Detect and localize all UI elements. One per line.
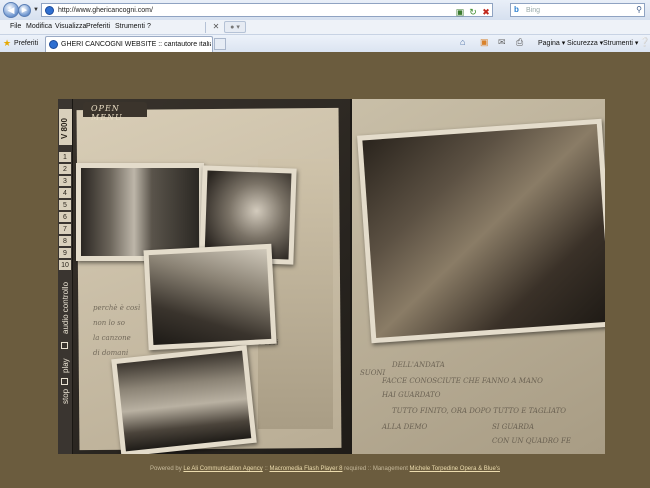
- photo-mixing-desk[interactable]: [111, 345, 257, 454]
- agency-link[interactable]: Le Ali Communication Agency: [183, 466, 262, 472]
- footer-required-text: required: [344, 466, 367, 472]
- menu-number-10[interactable]: 10: [59, 260, 71, 271]
- tab-favicon-icon: [49, 40, 58, 49]
- site-footer: Powered by Le Ali Communication Agency :…: [150, 466, 500, 472]
- menu-number-3[interactable]: 3: [59, 176, 71, 187]
- page-menu[interactable]: Pagina ▾: [538, 39, 565, 47]
- stop-icon[interactable]: ✖: [480, 6, 492, 18]
- close-toolbar-icon[interactable]: ✕: [210, 21, 222, 33]
- management-link[interactable]: Michele Torpedine Opera & Blue's: [410, 466, 500, 472]
- forward-button[interactable]: ▶: [18, 4, 31, 17]
- scribble-text: FACCE CONOSCIUTE CHE FANNO A MANO: [382, 377, 543, 385]
- refresh-icon[interactable]: ↻: [467, 6, 479, 18]
- scribble-text: di domani: [93, 349, 129, 357]
- address-field[interactable]: http://www.ghericancogni.com/ ▣ ↻ ✖: [41, 3, 493, 17]
- tools-menu-label: Strumenti: [603, 40, 633, 47]
- print-icon[interactable]: ⎙: [516, 37, 523, 48]
- photo-image: [148, 248, 272, 346]
- photo-image: [362, 124, 605, 338]
- favorites-label[interactable]: Preferiti: [14, 40, 38, 47]
- scribble-text: SI GUARDA: [492, 423, 535, 431]
- menu-preferiti[interactable]: Preferiti: [86, 23, 110, 30]
- compatibility-icon[interactable]: ▣: [454, 6, 466, 18]
- search-placeholder: Bing: [526, 7, 541, 14]
- toolbar-separator: [205, 22, 206, 33]
- right-panel: DELL'ANDATA FACCE CONOSCIUTE CHE FANNO A…: [350, 99, 605, 454]
- flash-movie[interactable]: perchè è così non lo so la canzone di do…: [58, 99, 605, 454]
- audio-control-label: audio controllo: [61, 281, 70, 334]
- menu-help[interactable]: ?: [147, 23, 151, 30]
- open-menu-button[interactable]: OPEN MENU: [83, 102, 147, 122]
- feeds-icon[interactable]: ▣: [480, 37, 489, 48]
- menu-number-8[interactable]: 8: [59, 236, 71, 247]
- menu-strumenti[interactable]: Strumenti: [115, 23, 145, 30]
- scribble-text: la canzone: [93, 334, 131, 342]
- photo-studio-singers[interactable]: [76, 163, 204, 261]
- menu-number-6[interactable]: 6: [59, 212, 71, 223]
- menu-number-5[interactable]: 5: [59, 200, 71, 211]
- scribble-text: TUTTO FINITO, ORA DOPO TUTTO E TAGLIATO: [392, 407, 567, 415]
- tab-active[interactable]: GHERI CANCOGNI WEBSITE :: cantautore ita…: [45, 36, 213, 52]
- left-panel: perchè è così non lo so la canzone di do…: [58, 99, 350, 454]
- play-label[interactable]: play: [61, 358, 70, 373]
- photo-image: [81, 168, 199, 256]
- toolbar-addon-button[interactable]: ● ▾: [224, 21, 246, 33]
- page-menu-label: Pagina: [538, 40, 560, 47]
- home-icon[interactable]: ⌂: [460, 37, 465, 47]
- sidebar-header: V 800: [59, 109, 72, 145]
- menu-number-1[interactable]: 1: [59, 152, 71, 163]
- scribble-text: non lo so: [93, 319, 125, 327]
- site-sidebar: V 800 1 2 3 4 5 6 7 8 9 10 audio control…: [58, 99, 73, 454]
- browser-chrome: ◀ ▶ ▼ http://www.ghericancogni.com/ ▣ ↻ …: [0, 0, 650, 52]
- tools-menu[interactable]: Strumenti ▾: [603, 39, 638, 47]
- play-checkbox[interactable]: [61, 342, 68, 349]
- search-icon[interactable]: ⚲: [636, 5, 642, 14]
- search-field[interactable]: b Bing ⚲: [510, 3, 645, 17]
- menu-number-2[interactable]: 2: [59, 164, 71, 175]
- menu-visualizza[interactable]: Visualizza: [55, 23, 86, 30]
- security-menu-label: Sicurezza: [567, 40, 598, 47]
- scribble-text: SUONI: [360, 369, 386, 377]
- address-bar-row: ◀ ▶ ▼ http://www.ghericancogni.com/ ▣ ↻ …: [0, 0, 650, 20]
- favorites-star-icon[interactable]: ★: [3, 38, 11, 49]
- bing-logo-icon: b: [514, 5, 519, 14]
- scribble-text: perchè è così: [93, 304, 141, 312]
- tab-title: GHERI CANCOGNI WEBSITE :: cantautore ita…: [61, 41, 211, 48]
- menu-bar: File Modifica Visualizza Preferiti Strum…: [0, 20, 650, 35]
- sidebar-label: V 800: [60, 118, 69, 139]
- photo-guitar[interactable]: [143, 243, 277, 351]
- history-dropdown-icon[interactable]: ▼: [33, 7, 39, 13]
- scribble-text: HAI GUARDATO: [382, 391, 441, 399]
- new-tab-button[interactable]: [214, 38, 226, 50]
- back-button[interactable]: ◀: [3, 2, 19, 18]
- menu-number-9[interactable]: 9: [59, 248, 71, 259]
- scribble-text: CON UN QUADRO FE: [492, 437, 571, 445]
- page-content: perchè è così non lo so la canzone di do…: [0, 52, 650, 488]
- menu-number-4[interactable]: 4: [59, 188, 71, 199]
- footer-management-text: Management: [372, 466, 408, 472]
- open-menu-label: OPEN MENU: [91, 104, 123, 122]
- scribble-text: ALLA DEMO: [382, 423, 428, 431]
- photo-electric-guitar[interactable]: [357, 118, 605, 344]
- menu-modifica[interactable]: Modifica: [26, 23, 52, 30]
- scribble-text: DELL'ANDATA: [392, 361, 445, 369]
- menu-file[interactable]: File: [10, 23, 21, 30]
- menu-number-7[interactable]: 7: [59, 224, 71, 235]
- stop-checkbox[interactable]: [61, 378, 68, 385]
- footer-powered-text: Powered by: [150, 466, 182, 472]
- ie-favicon-icon: [45, 6, 54, 15]
- flash-player-link[interactable]: Macromedia Flash Player 8: [269, 466, 342, 472]
- help-icon[interactable]: ❔: [639, 37, 650, 48]
- stop-label[interactable]: stop: [61, 389, 70, 404]
- mail-icon[interactable]: ✉: [498, 37, 506, 48]
- address-text: http://www.ghericancogni.com/: [58, 7, 153, 14]
- photo-image: [116, 350, 252, 452]
- security-menu[interactable]: Sicurezza ▾: [567, 39, 603, 47]
